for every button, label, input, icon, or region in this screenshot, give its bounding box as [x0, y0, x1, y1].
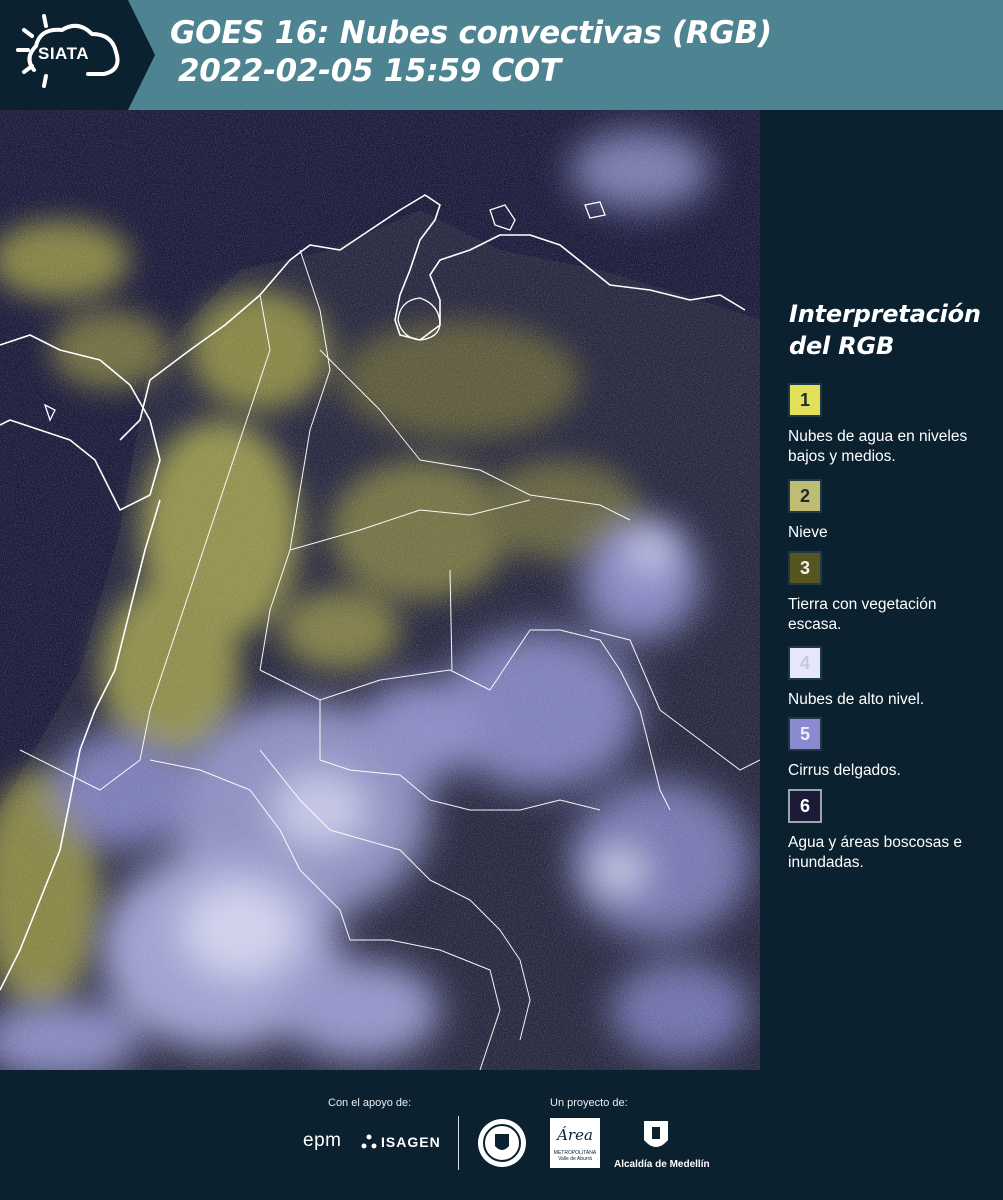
siata-logo: SIATA [0, 0, 155, 110]
legend-swatch-2: 2 [788, 479, 822, 513]
legend-label-2: Nieve [788, 524, 828, 541]
legend-item-4: 4 Nubes de alto nivel. [788, 646, 1003, 710]
legend-title-line2: del RGB [789, 332, 895, 360]
legend-swatch-3: 3 [788, 551, 822, 585]
alcaldia-logo: Alcaldía de Medellín [614, 1159, 710, 1170]
legend-swatch-1: 1 [788, 383, 822, 417]
area-logo-line2: Valle de Aburrá [558, 1156, 592, 1162]
legend-item-2: 2 Nieve [788, 479, 1003, 543]
epm-logo: epm [303, 1130, 342, 1151]
alcaldia-shield-icon [641, 1118, 671, 1161]
project-label: Un proyecto de: [550, 1097, 628, 1109]
rgb-legend: Interpretación del RGB 1 Nubes de agua e… [778, 110, 1003, 1070]
satellite-map [0, 110, 760, 1070]
legend-label-1: Nubes de agua en niveles bajos y medios. [788, 428, 968, 465]
legend-title-line1: Interpretación [789, 300, 981, 328]
medellin-seal-icon [477, 1118, 527, 1173]
footer-divider [458, 1116, 459, 1170]
title-datetime: 2022-02-05 15:59 COT [178, 53, 561, 89]
header-bar: SIATA GOES 16: Nubes convectivas (RGB) 2… [0, 0, 1003, 110]
legend-item-3: 3 Tierra con vegetación escasa. [788, 551, 1003, 635]
support-label: Con el apoyo de: [328, 1097, 412, 1109]
legend-item-6: 6 Agua y áreas boscosas e inundadas. [788, 789, 1003, 873]
legend-label-3: Tierra con vegetación escasa. [788, 596, 937, 633]
title-product: GOES 16: Nubes convectivas (RGB) [170, 15, 772, 51]
legend-swatch-5: 5 [788, 717, 822, 751]
area-logo-word: Área [557, 1126, 593, 1144]
siata-logo-text: SIATA [38, 44, 89, 63]
isagen-logo: ISAGEN [381, 1134, 441, 1150]
legend-label-5: Cirrus delgados. [788, 762, 901, 779]
legend-title: Interpretación del RGB [789, 298, 981, 362]
legend-item-5: 5 Cirrus delgados. [788, 717, 1003, 781]
legend-item-1: 1 Nubes de agua en niveles bajos y medio… [788, 383, 1003, 467]
legend-label-4: Nubes de alto nivel. [788, 691, 925, 708]
legend-label-6: Agua y áreas boscosas e inundadas. [788, 834, 963, 871]
legend-swatch-4: 4 [788, 646, 822, 680]
isagen-icon [360, 1133, 378, 1156]
area-metropolitana-logo: Área METROPOLITANA Valle de Aburrá [550, 1118, 600, 1168]
page-title: GOES 16: Nubes convectivas (RGB) 2022-02… [170, 14, 772, 90]
legend-swatch-6: 6 [788, 789, 822, 823]
